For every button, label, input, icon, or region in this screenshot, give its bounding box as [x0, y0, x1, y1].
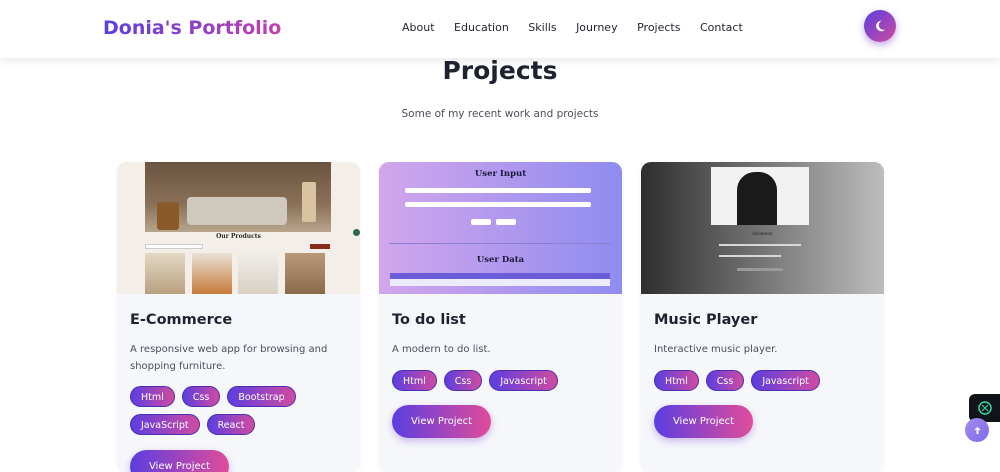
tag-list: Html Css Javascript	[654, 370, 874, 398]
nav-link-projects[interactable]: Projects	[637, 21, 680, 34]
arrow-up-icon	[973, 426, 981, 434]
view-project-button[interactable]: View Project	[130, 450, 229, 472]
scroll-to-top-button[interactable]	[965, 418, 989, 442]
tag: JavaScript	[130, 414, 200, 435]
nav-links: About Education Skills Journey Projects …	[402, 21, 762, 34]
tag: Html	[130, 386, 175, 407]
project-card-ecommerce: Our Products E-Commerce A responsive web…	[117, 162, 360, 472]
tag-list: Html Css Javascript	[392, 370, 612, 398]
tag: Html	[654, 370, 699, 391]
nav-link-skills[interactable]: Skills	[528, 21, 556, 34]
project-preview-ecommerce: Our Products	[117, 162, 360, 294]
nav-link-contact[interactable]: Contact	[700, 21, 743, 34]
preview-heading: User Input	[474, 169, 527, 179]
preview-heading: Our Products	[216, 233, 261, 240]
chatgpt-icon	[977, 401, 992, 415]
tag: Css	[443, 370, 483, 391]
section-title: Projects	[442, 56, 558, 85]
theme-toggle-button[interactable]	[864, 10, 896, 42]
brand-logo[interactable]: Donia's Portfolio	[103, 17, 281, 39]
project-card-music-player: Uniskens Music Player Interactive music …	[641, 162, 884, 472]
project-title: Music Player	[654, 312, 758, 328]
project-description: Interactive music player.	[654, 344, 778, 355]
tag-list: Html Css Bootstrap JavaScript React	[130, 386, 350, 442]
project-preview-music-player: Uniskens	[641, 162, 884, 294]
preview-subheading: User Data	[476, 255, 525, 265]
project-preview-todo: User Input User Data	[379, 162, 622, 294]
tag: React	[206, 414, 256, 435]
navbar: Donia's Portfolio About Education Skills…	[0, 0, 1000, 58]
tag: Javascript	[489, 370, 558, 391]
preview-track-title: Uniskens	[752, 232, 773, 237]
tag: Bootstrap	[227, 386, 296, 407]
project-card-todo: User Input User Data To do list A modern…	[379, 162, 622, 472]
project-description: A modern to do list.	[392, 344, 491, 355]
nav-link-journey[interactable]: Journey	[576, 21, 618, 34]
view-project-button[interactable]: View Project	[654, 405, 753, 438]
project-title: E-Commerce	[130, 312, 233, 328]
project-description: A responsive web app for browsing and sh…	[130, 344, 328, 372]
tag: Css	[705, 370, 745, 391]
tag: Css	[181, 386, 221, 407]
tag: Html	[392, 370, 437, 391]
nav-link-about[interactable]: About	[402, 21, 435, 34]
section-subtitle: Some of my recent work and projects	[401, 108, 599, 120]
tag: Javascript	[751, 370, 820, 391]
moon-icon	[876, 20, 886, 32]
project-title: To do list	[392, 312, 466, 328]
view-project-button[interactable]: View Project	[392, 405, 491, 438]
nav-link-education[interactable]: Education	[454, 21, 509, 34]
